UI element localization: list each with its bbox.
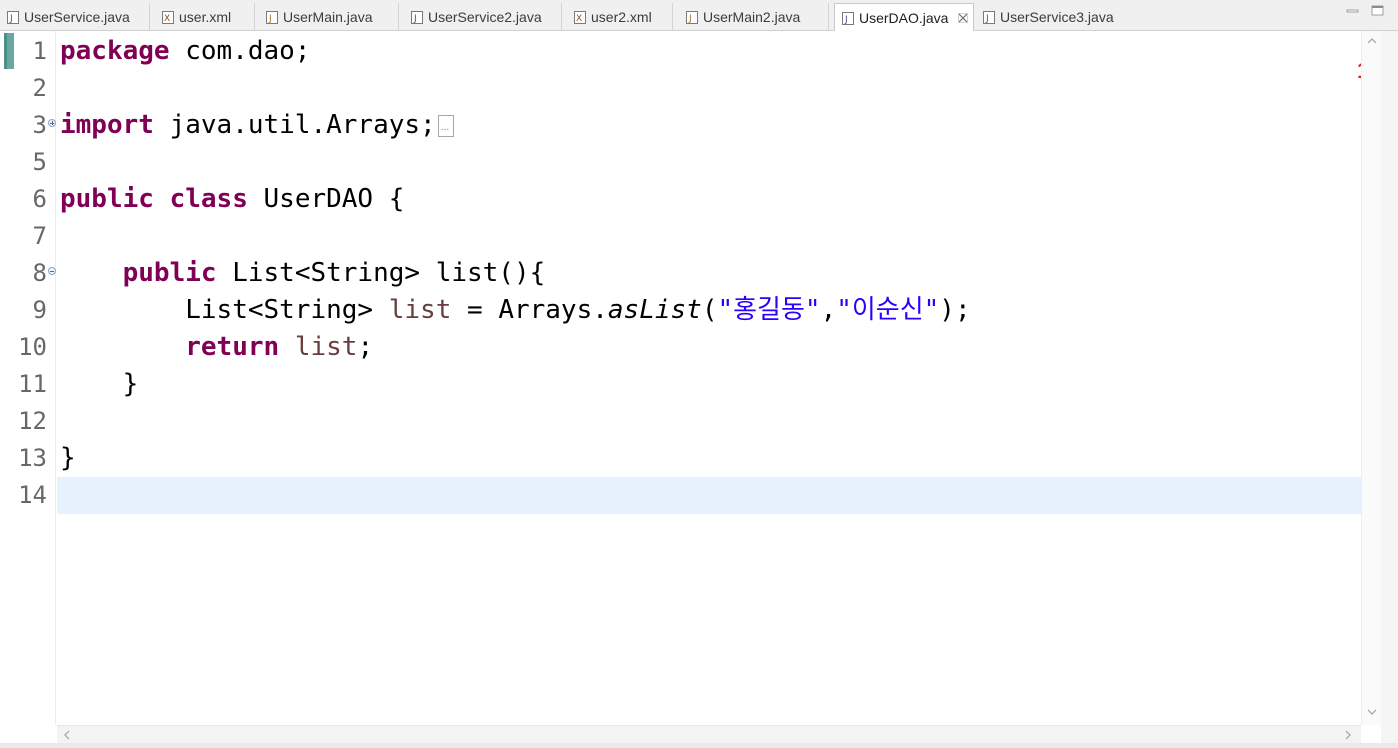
java-file-icon: J — [983, 10, 995, 24]
line-number: 3 — [32, 111, 47, 139]
close-icon[interactable] — [958, 13, 969, 23]
keyword: public — [60, 184, 154, 214]
horizontal-scrollbar[interactable] — [57, 725, 1361, 743]
svg-text:J: J — [9, 14, 13, 24]
code-line-11[interactable]: } — [60, 366, 139, 403]
overview-ruler — [1381, 31, 1398, 748]
tab-label: user2.xml — [591, 9, 652, 25]
java-file-icon: J — [842, 11, 854, 25]
code-text: List<String> — [185, 295, 389, 325]
keyword: package — [60, 36, 170, 66]
string-literal: "이순신" — [836, 295, 940, 325]
line-number: 8 — [32, 259, 47, 287]
keyword: return — [185, 332, 280, 362]
code-text: ); — [939, 295, 971, 325]
vertical-scrollbar[interactable] — [1361, 31, 1381, 725]
java-file-icon: J — [686, 10, 698, 24]
code-text: , — [820, 295, 837, 325]
java-file-icon: J — [411, 10, 423, 24]
line-number: 6 — [32, 185, 47, 213]
maximize-icon[interactable] — [1370, 4, 1386, 18]
line-number: 2 — [32, 74, 47, 102]
tab-label: user.xml — [179, 9, 232, 25]
chevron-right-icon[interactable] — [1343, 730, 1353, 740]
code-text: ; — [357, 332, 374, 362]
collapse-fold-icon[interactable] — [48, 267, 56, 275]
svg-text:J: J — [844, 15, 848, 25]
tab-label: UserService3.java — [1000, 9, 1114, 25]
svg-text:J: J — [985, 14, 989, 24]
tab-user-xml[interactable]: X user.xml — [155, 3, 255, 31]
svg-text:X: X — [164, 14, 170, 24]
line-number: 9 — [32, 296, 47, 324]
window-controls — [1345, 4, 1386, 18]
code-editor[interactable]: 1 2 3 5 6 7 8 9 10 11 12 13 14 package c… — [0, 31, 1398, 748]
line-number: 10 — [18, 333, 47, 361]
static-method: asList — [607, 295, 702, 325]
code-line-1[interactable]: package com.dao; — [60, 33, 310, 70]
code-line-10[interactable]: return list; — [60, 329, 373, 366]
line-number: 12 — [18, 407, 47, 435]
tab-userservice-java[interactable]: J UserService.java — [0, 3, 150, 31]
tab-label: UserService2.java — [428, 9, 542, 25]
java-file-icon: J — [7, 10, 19, 24]
code-line-6[interactable]: public class UserDAO { — [60, 181, 404, 218]
line-number-ruler: 1 2 3 5 6 7 8 9 10 11 12 13 14 — [14, 31, 56, 725]
keyword: public — [122, 258, 217, 288]
local-variable: list — [388, 295, 452, 325]
code-line-13[interactable]: } — [60, 440, 76, 477]
tab-userservice2-java[interactable]: J UserService2.java — [404, 3, 562, 31]
tab-userdao-java[interactable]: J UserDAO.java — [834, 3, 974, 32]
chevron-down-icon[interactable] — [1367, 707, 1377, 717]
java-file-icon: J — [266, 10, 278, 24]
line-number: 5 — [32, 148, 47, 176]
svg-text:J: J — [413, 14, 417, 24]
tab-label: UserMain.java — [283, 9, 373, 25]
tab-label: UserService.java — [24, 9, 130, 25]
code-line-8[interactable]: public List<String> list(){ — [60, 255, 546, 292]
xml-file-icon: X — [162, 10, 174, 24]
editor-tab-bar: J UserService.java X user.xml J UserMain… — [0, 0, 1398, 32]
keyword: import — [60, 110, 154, 140]
svg-text:J: J — [268, 14, 272, 24]
tab-usermain-java[interactable]: J UserMain.java — [259, 3, 399, 31]
chevron-left-icon[interactable] — [62, 730, 72, 740]
line-number: 11 — [18, 370, 47, 398]
expand-fold-icon[interactable] — [48, 119, 56, 127]
code-text: ( — [701, 295, 718, 325]
local-variable: list — [294, 332, 358, 362]
code-text: java.util.Arrays; — [153, 110, 436, 140]
code-text: List<String> list(){ — [216, 258, 546, 288]
line-number: 14 — [18, 481, 47, 509]
chevron-up-icon[interactable] — [1367, 36, 1377, 46]
minimize-icon[interactable] — [1345, 4, 1361, 18]
code-line-9[interactable]: List<String> list = Arrays.asList("홍길동",… — [60, 292, 971, 329]
line-number: 13 — [18, 444, 47, 472]
code-text: com.dao; — [169, 36, 311, 66]
tab-usermain2-java[interactable]: J UserMain2.java — [679, 3, 829, 31]
svg-text:X: X — [576, 14, 582, 24]
string-literal: "홍길동" — [717, 295, 821, 325]
code-line-3[interactable]: import java.util.Arrays; — [60, 107, 454, 144]
code-text: = Arrays. — [451, 295, 608, 325]
code-text-area[interactable]: package com.dao; import java.util.Arrays… — [57, 31, 1361, 725]
folded-imports-indicator[interactable] — [437, 115, 454, 137]
tab-label: UserMain2.java — [703, 9, 801, 25]
line-number: 7 — [32, 222, 47, 250]
editor-bottom-border — [0, 743, 1398, 748]
svg-text:J: J — [688, 14, 692, 24]
current-line-highlight — [57, 477, 1361, 514]
code-text: UserDAO { — [247, 184, 405, 214]
xml-file-icon: X — [574, 10, 586, 24]
tab-userservice3-java[interactable]: J UserService3.java — [976, 3, 1136, 31]
tab-user2-xml[interactable]: X user2.xml — [567, 3, 673, 31]
keyword: class — [169, 184, 248, 214]
line-number: 1 — [32, 37, 47, 65]
tab-label: UserDAO.java — [859, 10, 949, 26]
